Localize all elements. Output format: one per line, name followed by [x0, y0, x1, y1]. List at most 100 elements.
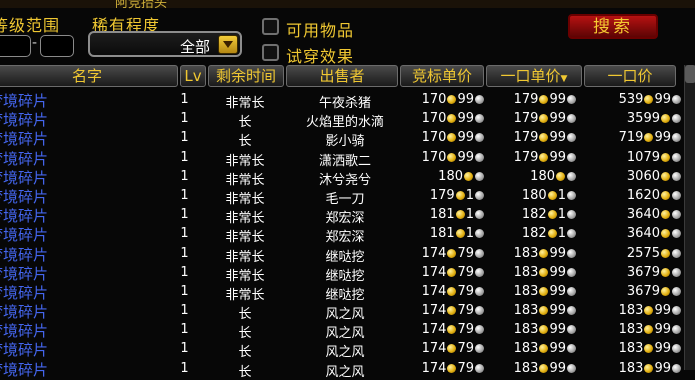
gold-amount: 3679 [626, 264, 660, 280]
item-name[interactable]: 梦境碎片 [0, 301, 48, 322]
silver-coin-icon [567, 171, 576, 181]
silver-coin-icon [567, 95, 576, 104]
gold-coin-icon [661, 171, 670, 181]
level-min-input[interactable] [0, 35, 31, 57]
silver-coin-icon [567, 190, 576, 200]
column-header-time[interactable]: 剩余时间 [208, 65, 284, 87]
buyout-price: 183 99 [580, 341, 682, 356]
try-on-checkbox[interactable] [262, 44, 279, 61]
gold-coin-icon [644, 133, 654, 143]
gold-coin-icon [455, 229, 465, 239]
gold-amount: 174 [421, 360, 447, 376]
silver-coin-icon [475, 171, 484, 181]
column-header-seller[interactable]: 出售者 [286, 65, 398, 87]
gold-coin-icon [447, 363, 457, 373]
silver-amount: 99 [457, 149, 474, 165]
silver-coin-icon [567, 152, 576, 162]
gold-coin-icon [661, 190, 670, 200]
silver-coin-icon [475, 190, 484, 200]
gold-coin-icon [539, 286, 549, 296]
seller-name: 风之风 [325, 326, 365, 342]
time-left: 非常长 [225, 96, 265, 111]
silver-coin-icon [672, 114, 681, 124]
item-name[interactable]: 梦境碎片 [0, 320, 48, 341]
auction-row[interactable]: 梦境碎片 1 长 风之风 174 79 183 99 183 99 [0, 320, 682, 342]
item-name[interactable]: 梦境碎片 [0, 224, 48, 245]
bid-price: 170 99 [404, 130, 485, 145]
seller-name: 郑宏深 [325, 230, 365, 246]
item-name[interactable]: 梦境碎片 [0, 263, 48, 284]
item-name[interactable]: 梦境碎片 [0, 109, 48, 130]
item-name[interactable]: 梦境碎片 [0, 359, 48, 380]
auction-row[interactable]: 梦境碎片 1 非常长 潇洒歌二 170 99 179 99 1079 [0, 148, 682, 169]
auction-row[interactable]: 梦境碎片1非常长郑宏深181118213640 [0, 205, 682, 226]
silver-amount: 99 [549, 111, 566, 127]
buyout-price: 719 99 [580, 130, 682, 145]
gold-coin-icon [539, 267, 549, 277]
item-name[interactable]: 梦境碎片 [0, 148, 48, 169]
seller-name: 继哒挖 [325, 249, 365, 265]
time-left: 长 [238, 307, 252, 323]
item-name[interactable]: 梦境碎片 [0, 167, 48, 188]
scroll-up-button[interactable] [685, 65, 695, 83]
item-name[interactable]: 梦境碎片 [0, 186, 48, 207]
auction-row[interactable]: 梦境碎片 1 长 火焰里的水滴 170 99 179 99 3599 [0, 109, 682, 130]
item-name[interactable]: 梦境碎片 [0, 244, 48, 265]
buyout-unit-price: 183 99 [487, 303, 577, 318]
item-level: 1 [180, 303, 189, 319]
auction-row[interactable]: 梦境碎片 1 长 风之风 174 79 183 99 183 99 [0, 301, 682, 323]
item-level: 1 [180, 130, 189, 146]
auction-row[interactable]: 梦境碎片 1 非常长 午夜杀猪 170 99 179 99 539 99 [0, 90, 682, 111]
results-scrollbar[interactable] [684, 65, 695, 370]
column-header-name[interactable]: 名字 [0, 65, 178, 87]
auction-row[interactable]: 梦境碎片 1 非常长 继哒挖 174 79 183 99 3679 [0, 263, 682, 284]
column-header-buyout-unit-label: 一口单价 [500, 67, 561, 85]
item-level: 1 [180, 149, 189, 165]
gold-coin-icon [447, 306, 457, 316]
gold-coin-icon [547, 210, 557, 220]
buyout-price: 3599 [580, 111, 682, 126]
column-header-bid[interactable]: 竞标单价 [400, 65, 484, 87]
auction-row[interactable]: 梦境碎片 1 长 风之风 174 79 183 99 183 99 [0, 339, 682, 360]
level-max-input[interactable] [40, 35, 74, 57]
item-name[interactable]: 梦境碎片 [0, 282, 48, 303]
item-level: 1 [180, 226, 189, 242]
silver-coin-icon [475, 248, 484, 258]
column-header-buyout-unit[interactable]: 一口单价▼ [486, 65, 582, 87]
chevron-down-icon[interactable] [218, 35, 238, 54]
gold-amount: 183 [513, 303, 539, 319]
auction-row[interactable]: 梦境碎片 1 长 影小骑 170 99 179 99 719 99 [0, 128, 682, 149]
silver-coin-icon [567, 344, 576, 354]
buyout-unit-price: 179 99 [487, 130, 577, 145]
auction-row[interactable]: 梦境碎片 1 长 风之风 174 79 183 99 183 99 [0, 359, 682, 380]
try-on-label: 试穿效果 [286, 47, 355, 66]
silver-amount: 79 [457, 341, 474, 357]
item-name[interactable]: 梦境碎片 [0, 339, 48, 360]
gold-amount: 170 [421, 130, 447, 146]
column-header-buyout[interactable]: 一口价 [584, 65, 676, 87]
auction-row[interactable]: 梦境碎片1非常长郑宏深181118213640 [0, 224, 682, 246]
silver-amount: 79 [457, 303, 474, 319]
item-name[interactable]: 梦境碎片 [0, 205, 48, 226]
item-name[interactable]: 梦境碎片 [0, 90, 48, 111]
item-name[interactable]: 梦境碎片 [0, 128, 48, 149]
gold-amount: 183 [618, 360, 644, 376]
gold-amount: 182 [521, 226, 547, 242]
buyout-unit-price: 182 1 [487, 207, 577, 222]
auction-row[interactable]: 梦境碎片1非常长毛一刀179118011620 [0, 186, 682, 207]
search-button[interactable]: 搜索 [568, 14, 658, 39]
item-level: 1 [180, 283, 189, 299]
auction-row[interactable]: 梦境碎片 1 非常长 继哒挖 174 79 183 99 2575 [0, 244, 682, 265]
silver-coin-icon [672, 95, 681, 104]
silver-coin-icon [475, 286, 484, 296]
rarity-dropdown[interactable]: 全部 [88, 31, 242, 57]
column-header-lv[interactable]: Lv [180, 65, 206, 87]
buyout-unit-price: 183 99 [487, 322, 577, 337]
bid-price: 174 79 [404, 341, 485, 356]
silver-coin-icon [672, 306, 681, 316]
bid-price: 174 79 [404, 284, 485, 299]
auction-row[interactable]: 梦境碎片 1 非常长 继哒挖 174 79 183 99 3679 [0, 282, 682, 303]
usable-items-checkbox[interactable] [262, 18, 279, 35]
silver-amount: 99 [549, 283, 566, 299]
auction-row[interactable]: 梦境碎片 1 非常长 沐兮尧兮 180 180 3060 [0, 167, 682, 188]
